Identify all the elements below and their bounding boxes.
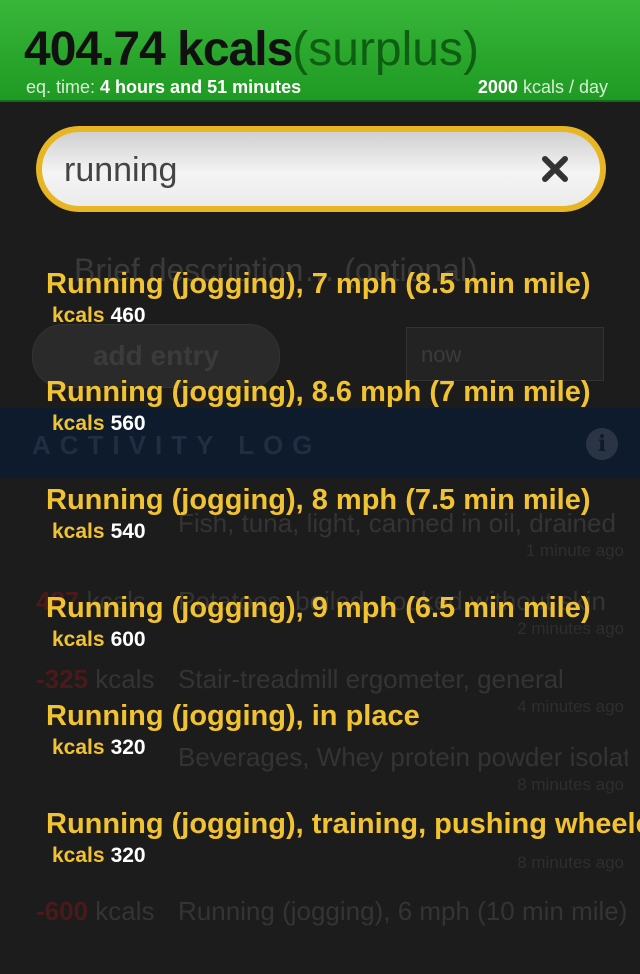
search-field-inner — [42, 132, 600, 206]
suggestion-item[interactable]: Running (jogging), 7 mph (8.5 min mile) k… — [0, 260, 640, 368]
calorie-summary-bar: 404.74 kcals(surplus) eq. time: 4 hours … — [0, 0, 640, 102]
suggestion-name: Running (jogging), in place — [46, 700, 420, 732]
kcal-total: 404.74 kcals(surplus) — [24, 22, 479, 78]
suggestion-kcal-value: 320 — [110, 736, 146, 759]
daily-target-value: 2000 — [477, 77, 518, 97]
daily-target-unit: kcals / day — [522, 77, 608, 97]
suggestion-kcal-value: 560 — [110, 412, 146, 435]
suggestion-kcal-label: kcals — [52, 628, 105, 651]
suggestion-list: Running (jogging), 7 mph (8.5 min mile) k… — [0, 260, 640, 908]
daily-target: 2000 kcals / day — [478, 77, 608, 98]
suggestion-kcal-label: kcals — [52, 736, 105, 759]
suggestion-kcal-label: kcals — [52, 304, 105, 327]
suggestion-item[interactable]: Running (jogging), training, pushing whe… — [0, 800, 640, 908]
equivalent-time-label: eq. time: — [26, 77, 96, 97]
suggestion-item[interactable]: Running (jogging), 8.6 mph (7 min mile) k… — [0, 368, 640, 476]
suggestion-kcal-value: 600 — [110, 628, 146, 651]
suggestion-item[interactable]: Running (jogging), 9 mph (6.5 min mile) k… — [0, 584, 640, 692]
suggestion-item[interactable]: Running (jogging), in place kcals 320 — [0, 692, 640, 800]
suggestion-kcal: kcals 600 — [52, 628, 146, 652]
suggestion-kcal-value: 460 — [110, 304, 146, 327]
search-field[interactable] — [36, 126, 606, 212]
suggestion-kcal-value: 540 — [110, 520, 146, 543]
suggestion-kcal: kcals 320 — [52, 736, 146, 760]
kcal-total-value: 404.74 kcals — [24, 23, 293, 76]
suggestion-name: Running (jogging), 7 mph (8.5 min mile) — [46, 268, 591, 300]
suggestion-kcal: kcals 540 — [52, 520, 146, 544]
suggestion-kcal: kcals 320 — [52, 844, 146, 868]
kcal-status: (surplus) — [292, 23, 479, 76]
suggestion-kcal-value: 320 — [110, 844, 146, 867]
suggestion-kcal-label: kcals — [52, 844, 105, 867]
equivalent-time: eq. time: 4 hours and 51 minutes — [26, 77, 301, 98]
suggestion-name: Running (jogging), 8.6 mph (7 min mile) — [46, 376, 591, 408]
search-input[interactable] — [62, 144, 506, 196]
close-x-icon — [542, 156, 568, 182]
suggestion-kcal: kcals 460 — [52, 304, 146, 328]
suggestion-kcal-label: kcals — [52, 412, 105, 435]
suggestion-item[interactable]: Running (jogging), 8 mph (7.5 min mile) k… — [0, 476, 640, 584]
suggestion-name: Running (jogging), training, pushing whe… — [46, 808, 640, 840]
suggestion-kcal-label: kcals — [52, 520, 105, 543]
suggestion-name: Running (jogging), 9 mph (6.5 min mile) — [46, 592, 591, 624]
suggestion-kcal: kcals 560 — [52, 412, 146, 436]
suggestion-name: Running (jogging), 8 mph (7.5 min mile) — [46, 484, 591, 516]
equivalent-time-value: 4 hours and 51 minutes — [100, 77, 302, 97]
clear-search-button[interactable] — [538, 152, 572, 186]
